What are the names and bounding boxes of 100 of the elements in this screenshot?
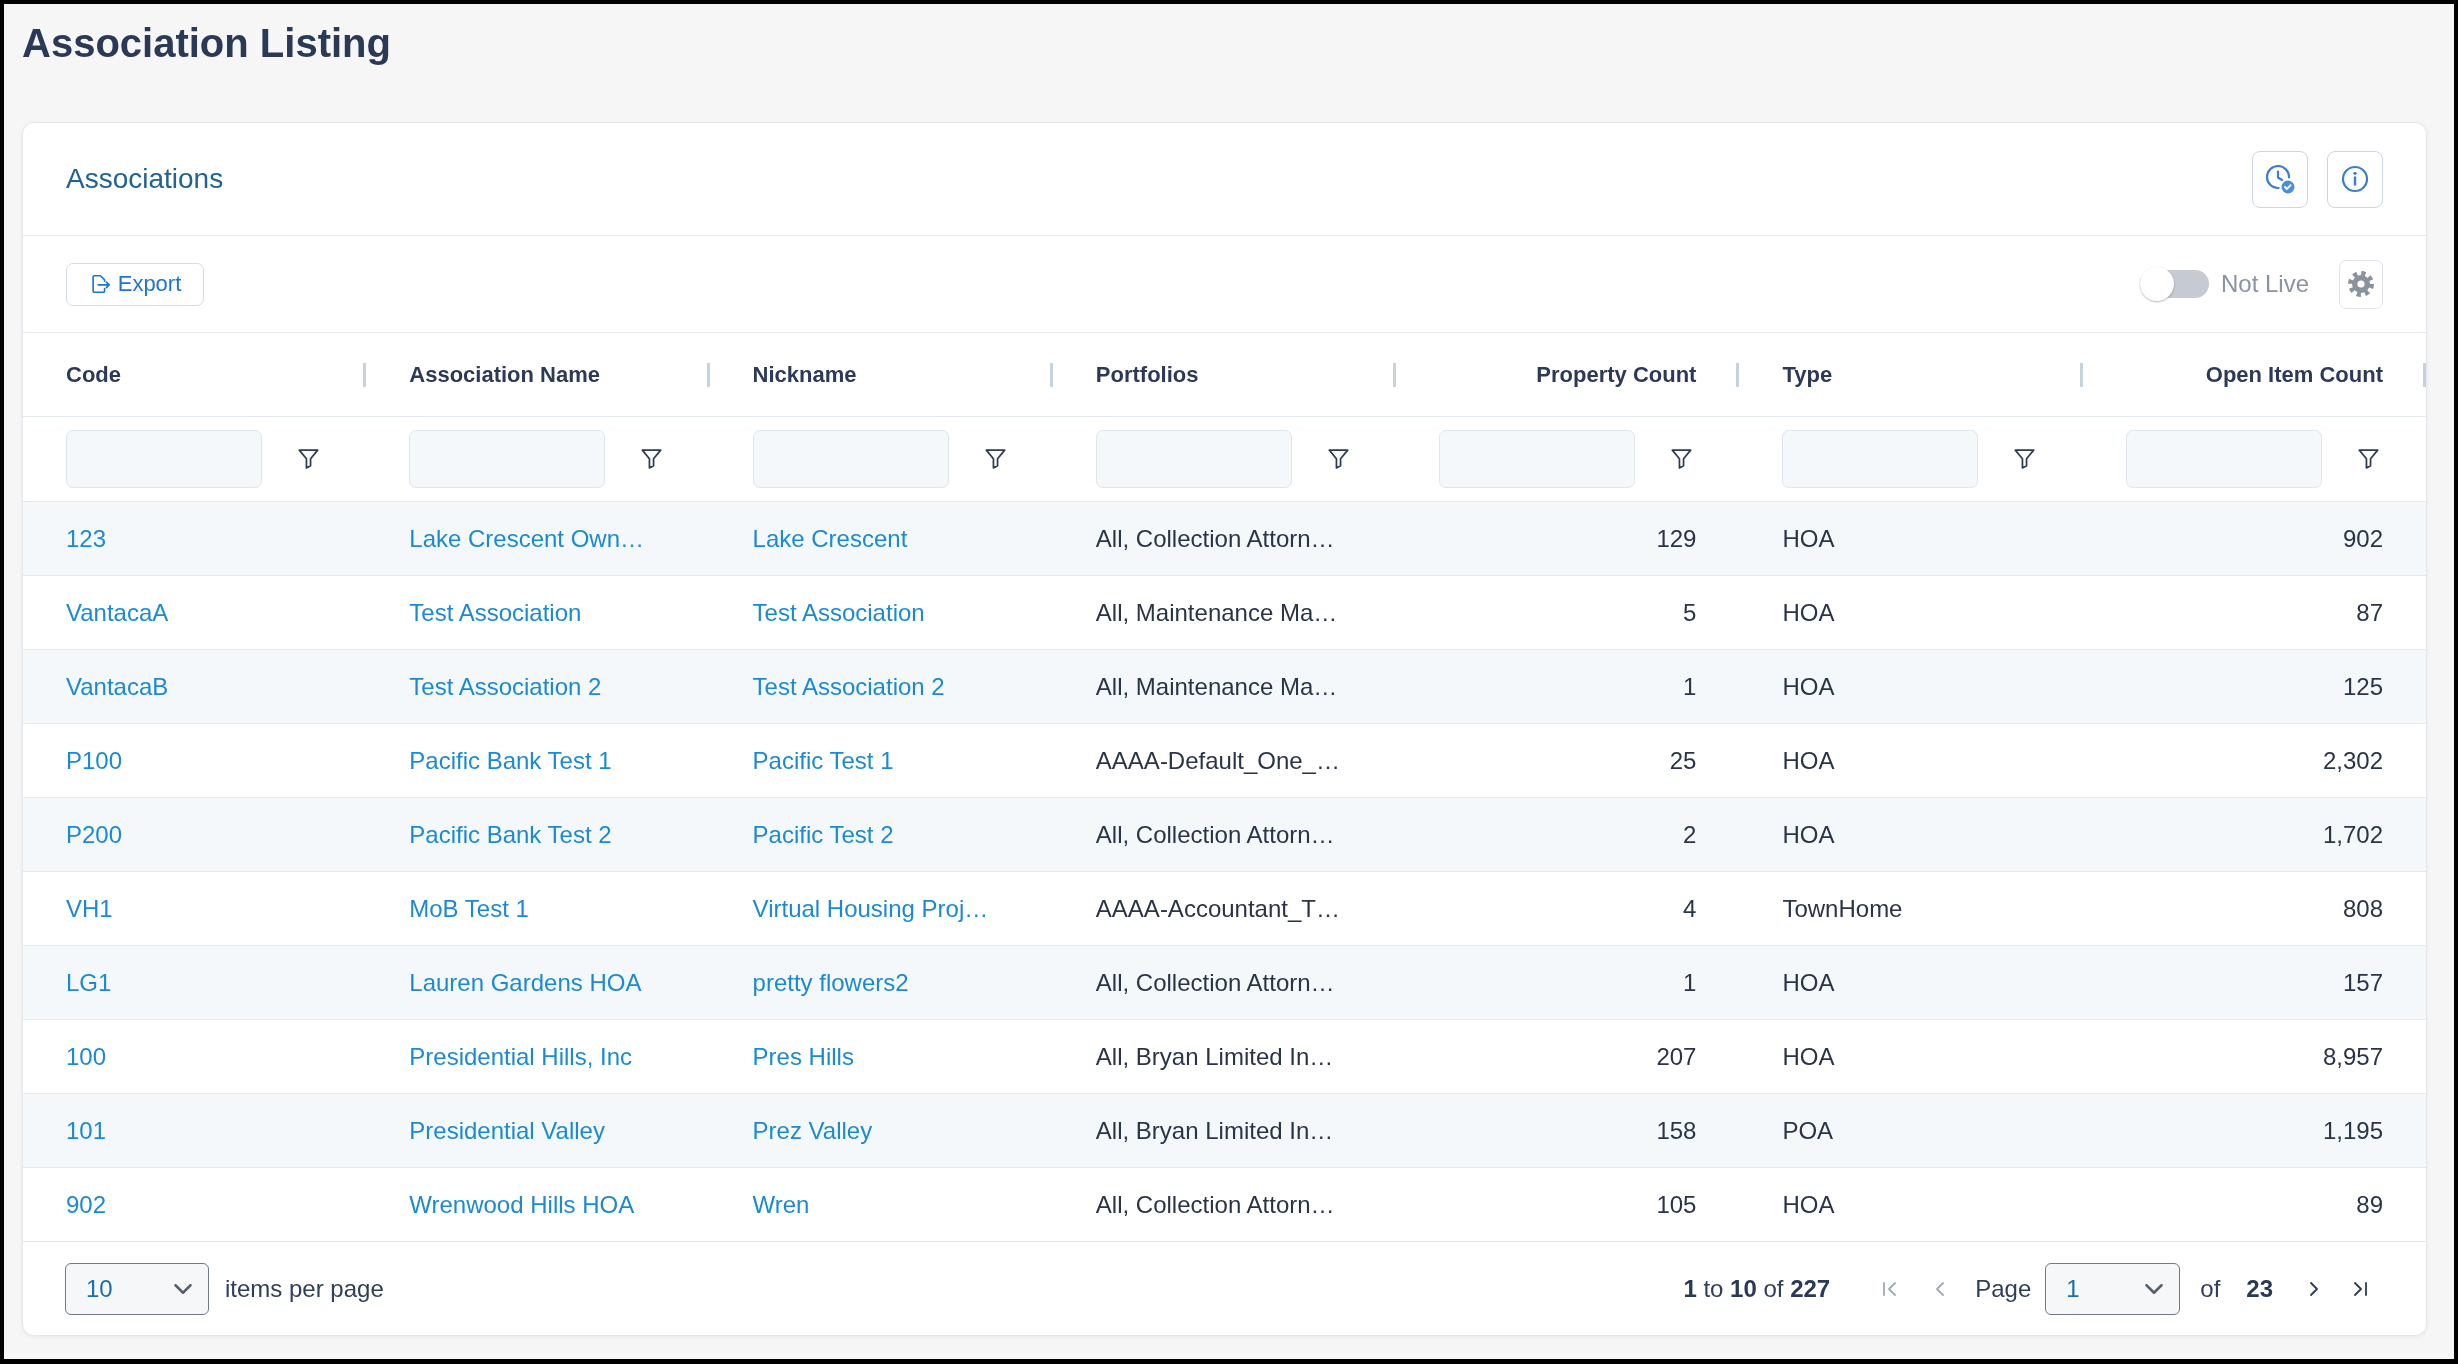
filter-input[interactable] [1782,430,1979,488]
table-cell-link[interactable]: Test Association 2 [409,672,602,701]
table-cell-link[interactable]: Lake Crescent [752,524,908,553]
table-cell: POA [1782,1116,1834,1145]
table-cell: 1 [1683,672,1697,701]
table-cell: 89 [2356,1190,2383,1219]
export-button[interactable]: Export [66,262,204,306]
chevron-bar-right-icon[interactable] [2353,1280,2368,1297]
table-cell: HOA [1782,1042,1835,1071]
table-cell: 2 [1683,820,1697,849]
table-cell-link[interactable]: Wren [752,1190,810,1219]
table-cell-link[interactable]: Presidential Valley [409,1116,605,1145]
table-cell-link[interactable]: VantacaB [66,672,169,701]
table-cell: HOA [1782,524,1835,553]
column-header[interactable]: Nickname [752,361,857,388]
table-cell: All, Collection Attorn… [1095,820,1335,849]
info-button[interactable] [2327,150,2383,208]
table-cell-link[interactable]: Lake Crescent Own… [409,524,645,553]
table-cell: TownHome [1782,894,1903,923]
table-cell: 5 [1683,598,1697,627]
table-cell: HOA [1782,672,1835,701]
table-cell-link[interactable]: MoB Test 1 [409,894,529,923]
table-cell-link[interactable]: LG1 [66,968,112,997]
table-cell-link[interactable]: 101 [66,1116,107,1145]
table-cell: HOA [1782,746,1835,775]
filter-input[interactable] [752,430,949,488]
column-header[interactable]: Property Count [1536,361,1697,388]
table-cell-link[interactable]: Test Association [409,598,582,627]
filter-input[interactable] [66,430,262,488]
page-size-label: items per page [225,1274,384,1303]
table-cell: HOA [1782,598,1835,627]
column-header[interactable]: Type [1782,361,1833,388]
table-cell-link[interactable]: Pacific Bank Test 2 [409,820,612,849]
chevron-right-icon[interactable] [2309,1280,2319,1297]
table-cell-link[interactable]: Wrenwood Hills HOA [409,1190,635,1219]
table-cell-link[interactable]: P100 [66,746,123,775]
column-header[interactable]: Open Item Count [2205,361,2383,388]
table-cell-link[interactable]: Virtual Housing Proj… [752,894,989,923]
table-cell: HOA [1782,968,1835,997]
table-cell-link[interactable]: Prez Valley [752,1116,873,1145]
history-button[interactable] [2252,150,2308,208]
table-cell: All, Collection Attorn… [1095,524,1335,553]
table-cell: All, Bryan Limited In… [1095,1116,1334,1145]
table-cell: 1,195 [2322,1116,2383,1145]
table-cell-link[interactable]: Pres Hills [752,1042,854,1071]
chevron-down-icon [2145,1283,2164,1294]
table-cell-link[interactable]: VH1 [66,894,113,923]
info-icon [2341,165,2369,193]
table-cell-link[interactable]: 100 [66,1042,107,1071]
filter-icon[interactable] [641,449,663,469]
table-cell: 4 [1683,894,1697,923]
table-cell-link[interactable]: 902 [66,1190,107,1219]
table-cell-link[interactable]: VantacaA [66,598,169,627]
filter-icon[interactable] [1327,449,1349,469]
filter-icon[interactable] [984,449,1006,469]
filter-input[interactable] [1439,430,1636,488]
settings-button[interactable] [2339,259,2383,309]
table-cell: 87 [2356,598,2383,627]
filter-icon[interactable] [2357,449,2379,469]
clock-check-icon [2265,164,2295,194]
card-title: Associations [66,163,224,195]
table-cell: All, Collection Attorn… [1095,1190,1335,1219]
pager-label: of [2200,1274,2221,1303]
table-cell: 902 [2342,524,2383,553]
table-cell: 207 [1656,1042,1697,1071]
table-cell: AAAA-Default_One_… [1095,746,1340,775]
column-header[interactable]: Portfolios [1095,361,1199,388]
table-cell-link[interactable]: Pacific Test 1 [752,746,894,775]
table-cell-link[interactable]: Presidential Hills, Inc [409,1042,633,1071]
table-cell: AAAA-Accountant_T… [1095,894,1340,923]
table-cell-link[interactable]: pretty flowers2 [752,968,909,997]
table-cell-link[interactable]: Pacific Test 2 [752,820,894,849]
table-cell: 157 [2342,968,2383,997]
page-count: 23 [2246,1274,2273,1303]
page-select[interactable]: 1 [2045,1262,2181,1315]
filter-input[interactable] [2125,430,2322,488]
table-cell: 8,957 [2322,1042,2383,1071]
table-cell-link[interactable]: Pacific Bank Test 1 [409,746,612,775]
filter-icon[interactable] [298,449,319,469]
table-cell-link[interactable]: Test Association [752,598,925,627]
page-size-select[interactable]: 10 [65,1262,209,1315]
filter-icon[interactable] [1671,449,1693,469]
chevron-down-icon [174,1283,192,1294]
table-cell: 808 [2342,894,2383,923]
filter-input[interactable] [409,430,606,488]
table-cell: 1,702 [2322,820,2383,849]
toggle-label: Not Live [2220,270,2309,298]
toggle-switch[interactable] [2139,267,2209,301]
settings-icon [2347,270,2375,298]
table-cell: HOA [1782,820,1835,849]
column-header[interactable]: Association Name [409,361,600,388]
filter-icon[interactable] [2014,449,2036,469]
column-header[interactable]: Code [66,361,121,388]
table-cell-link[interactable]: Lauren Gardens HOA [409,968,642,997]
filter-input[interactable] [1095,430,1292,488]
table-cell: All, Maintenance Ma… [1095,598,1338,627]
table-cell: HOA [1782,1190,1835,1219]
table-cell-link[interactable]: Test Association 2 [752,672,945,701]
table-cell-link[interactable]: 123 [66,524,107,553]
table-cell-link[interactable]: P200 [66,820,123,849]
